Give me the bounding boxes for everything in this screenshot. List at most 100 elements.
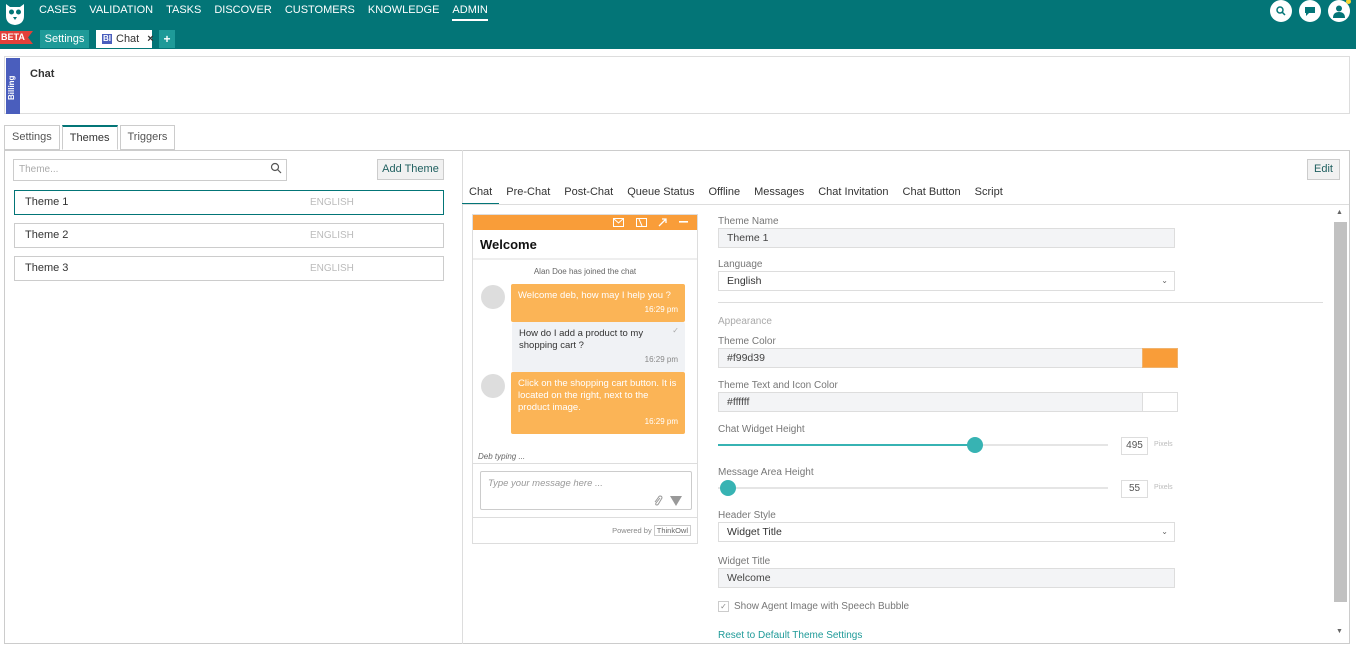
theme-color-field[interactable]: #f99d39 — [718, 348, 1143, 368]
brand-logo: ThinkOwl — [653, 525, 691, 536]
tab-chat-label: Chat — [116, 33, 140, 45]
add-theme-button[interactable]: Add Theme — [377, 159, 444, 180]
minimize-icon[interactable] — [679, 221, 688, 224]
nav-discover[interactable]: DISCOVER — [214, 4, 271, 21]
nav-admin[interactable]: ADMIN — [452, 4, 488, 21]
widget-title: Welcome — [480, 237, 537, 252]
read-check-icon: ✓ — [672, 326, 679, 335]
widget-height-value[interactable]: 495 — [1121, 437, 1148, 455]
agent-avatar — [481, 285, 505, 309]
tab-settings[interactable]: Settings — [40, 30, 89, 48]
nav-knowledge[interactable]: KNOWLEDGE — [368, 4, 440, 21]
chat-button[interactable] — [1299, 0, 1321, 22]
search-icon[interactable] — [270, 162, 282, 174]
chevron-down-icon: ⌄ — [1161, 527, 1168, 536]
tab-chat-button[interactable]: Chat Button — [896, 182, 968, 205]
popout-icon[interactable] — [658, 218, 667, 227]
nav-tasks[interactable]: TASKS — [166, 4, 201, 21]
tab-messages[interactable]: Messages — [747, 182, 811, 205]
message-time: 16:29 pm — [644, 417, 678, 426]
search-icon — [1276, 6, 1286, 16]
header-style-value: Widget Title — [727, 526, 782, 538]
theme-search-input[interactable]: Theme... — [13, 159, 287, 181]
tabs-divider — [462, 204, 1349, 205]
nav-cases[interactable]: CASES — [39, 4, 76, 21]
scrollbar-thumb[interactable] — [1334, 222, 1347, 602]
form-scrollbar[interactable]: ▲ ▼ — [1333, 207, 1348, 641]
widget-title-field[interactable]: Welcome — [718, 568, 1175, 588]
theme-name-field[interactable]: Theme 1 — [718, 228, 1175, 248]
height-unit: Pixels — [1154, 441, 1173, 448]
add-tab-button[interactable]: + — [159, 30, 175, 48]
subtab-triggers[interactable]: Triggers — [119, 125, 176, 150]
tab-post-chat[interactable]: Post-Chat — [557, 182, 620, 205]
tab-offline[interactable]: Offline — [701, 182, 747, 205]
theme-list-item[interactable]: Theme 1 ENGLISH — [14, 190, 444, 215]
checkbox-label: Show Agent Image with Speech Bubble — [734, 601, 910, 612]
billing-label-text: Billing — [7, 75, 16, 100]
theme-list-item[interactable]: Theme 3 ENGLISH — [14, 256, 444, 281]
theme-language: ENGLISH — [310, 230, 354, 241]
owl-logo-icon[interactable] — [4, 2, 26, 26]
tab-script[interactable]: Script — [968, 182, 1010, 205]
message-area-value[interactable]: 55 — [1121, 480, 1148, 498]
user-icon — [1333, 5, 1345, 18]
theme-name-label: Theme Name — [718, 216, 779, 227]
nav-validation[interactable]: VALIDATION — [89, 4, 153, 21]
tab-chat-config[interactable]: Chat — [462, 182, 500, 205]
text-color-field[interactable]: #ffffff — [718, 392, 1143, 412]
agent-avatar — [481, 374, 505, 398]
text-color-label: Theme Text and Icon Color — [718, 380, 838, 391]
theme-list-item[interactable]: Theme 2 ENGLISH — [14, 223, 444, 248]
billing-side-label: Billing — [6, 58, 20, 114]
message-area-unit: Pixels — [1154, 484, 1173, 491]
slider-handle[interactable] — [967, 437, 983, 453]
subtab-settings[interactable]: Settings — [4, 125, 60, 150]
message-text: Click on the shopping cart button. It is… — [518, 378, 677, 413]
language-select[interactable]: English ⌄ — [718, 271, 1175, 291]
chevron-down-icon: ⌄ — [1161, 276, 1168, 285]
powered-by: Powered by ThinkOwl — [612, 525, 691, 536]
joined-notice: Alan Doe has joined the chat — [533, 267, 637, 276]
attachment-icon[interactable] — [653, 495, 663, 506]
header-style-select[interactable]: Widget Title ⌄ — [718, 522, 1175, 542]
show-agent-image-checkbox[interactable]: ✓ Show Agent Image with Speech Bubble — [718, 601, 909, 612]
mail-icon[interactable] — [613, 218, 624, 227]
chat-window-icon[interactable] — [636, 218, 647, 227]
edit-button[interactable]: Edit — [1307, 159, 1340, 180]
theme-language: ENGLISH — [310, 197, 354, 208]
tab-chat-invitation[interactable]: Chat Invitation — [811, 182, 895, 205]
nav-customers[interactable]: CUSTOMERS — [285, 4, 355, 21]
message-text: Welcome deb, how may I help you ? — [518, 290, 671, 301]
message-area-slider[interactable] — [718, 480, 1108, 496]
message-input[interactable]: Type your message here ... — [480, 471, 692, 510]
header-style-label: Header Style — [718, 510, 776, 521]
beta-badge: BETA — [0, 31, 33, 44]
scroll-up-icon[interactable]: ▲ — [1336, 209, 1343, 216]
tab-pre-chat[interactable]: Pre-Chat — [499, 182, 557, 205]
search-button[interactable] — [1270, 0, 1292, 22]
checkbox-icon[interactable]: ✓ — [718, 601, 729, 612]
language-label: Language — [718, 259, 763, 270]
agent-message: Click on the shopping cart button. It is… — [511, 372, 685, 434]
user-message: How do I add a product to my shopping ca… — [512, 322, 685, 372]
close-icon[interactable]: × — [147, 30, 153, 48]
widget-height-slider[interactable] — [718, 437, 1108, 453]
status-dot — [1346, 0, 1351, 4]
widget-header-bar — [473, 215, 697, 230]
message-text: How do I add a product to my shopping ca… — [519, 328, 644, 351]
agent-message: Welcome deb, how may I help you ? 16:29 … — [511, 284, 685, 322]
user-profile-button[interactable] — [1328, 0, 1351, 22]
theme-language: ENGLISH — [310, 263, 354, 274]
widget-height-label: Chat Widget Height — [718, 424, 805, 435]
reset-default-link[interactable]: Reset to Default Theme Settings — [718, 630, 862, 641]
scroll-down-icon[interactable]: ▼ — [1336, 628, 1343, 635]
theme-color-swatch[interactable] — [1142, 348, 1178, 368]
theme-name: Theme 2 — [25, 229, 69, 241]
subtab-themes[interactable]: Themes — [61, 125, 118, 150]
text-color-swatch[interactable] — [1142, 392, 1178, 412]
tab-queue-status[interactable]: Queue Status — [620, 182, 701, 205]
send-icon[interactable] — [670, 496, 682, 506]
slider-handle[interactable] — [720, 480, 736, 496]
tab-chat[interactable]: BI Chat × — [96, 30, 154, 48]
